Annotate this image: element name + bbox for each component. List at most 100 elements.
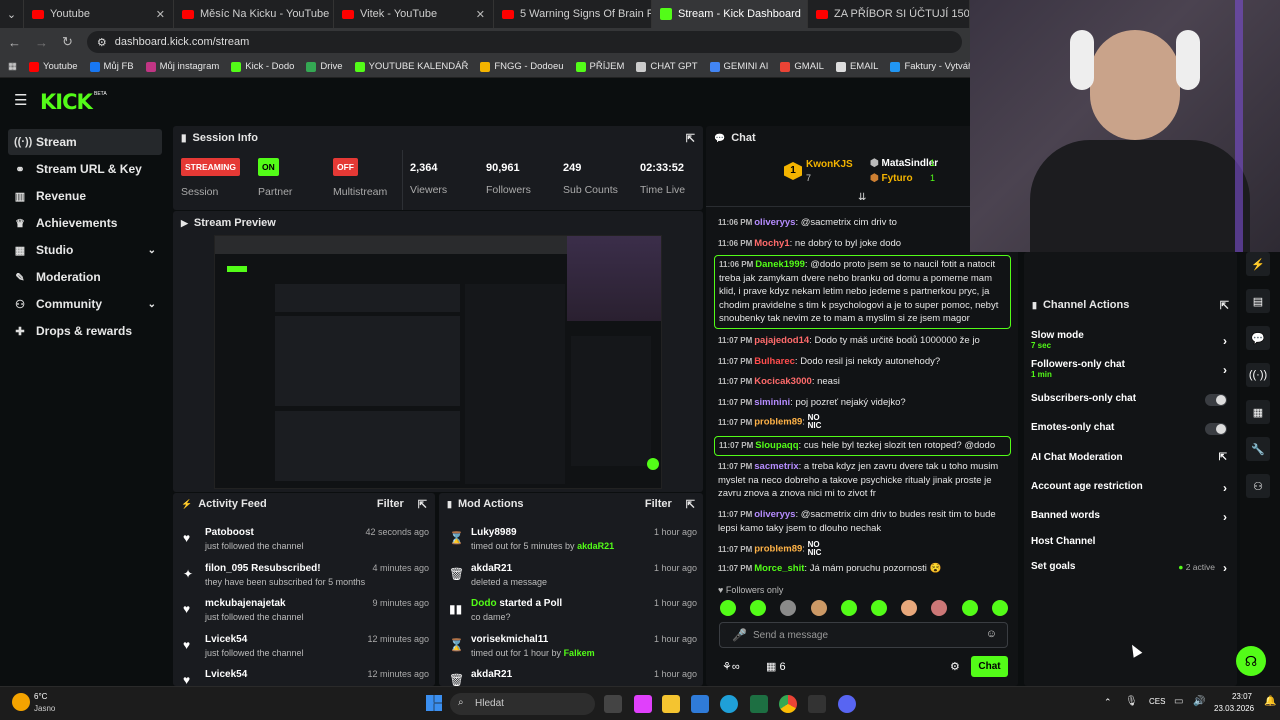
multistream-badge[interactable]: OFF (333, 158, 358, 176)
popout-icon[interactable]: ⇱ (686, 132, 695, 145)
chat-username[interactable]: Kocicak3000 (754, 376, 812, 387)
bookmark-item[interactable]: CHAT GPT (636, 61, 698, 72)
chat-message[interactable]: 11:07 PM problem89: NO NIC (718, 541, 1010, 557)
bookmark-item[interactable]: FNGG - Dodoeu (480, 61, 564, 72)
bookmark-item[interactable]: Youtube (28, 61, 78, 72)
edge-icon[interactable] (720, 695, 738, 713)
channel-action-item[interactable]: Followers-only chat 1 min › (1031, 359, 1227, 381)
chat-message[interactable]: 11:07 PM problem89: NO NIC (718, 414, 1010, 430)
channel-action-item[interactable]: Banned words › (1031, 510, 1227, 532)
chat-message[interactable]: 11:07 PM oliveryys: @sacmetrix cim driv t… (718, 508, 1010, 535)
browser-tab[interactable]: ZA PŘÍBOR SI ÚČTUJÍ 150Kč?!✕ (808, 0, 970, 28)
activity-item[interactable]: ♥ Lvicek54 just followed the channel 12 min… (173, 634, 433, 670)
chat-username[interactable]: Sloupaqq (755, 440, 798, 451)
windows-start-icon[interactable] (426, 695, 442, 711)
store-icon[interactable] (691, 695, 709, 713)
chat-bubble-icon[interactable]: 💬 (1246, 326, 1270, 350)
channel-action-item[interactable]: Emotes-only chat (1031, 422, 1227, 444)
excel-icon[interactable] (750, 695, 768, 713)
chat-settings-icon[interactable]: ⚙ (950, 660, 960, 673)
chat-username[interactable]: sacmetrix (754, 461, 798, 472)
microphone-icon[interactable]: 🎤 (732, 628, 747, 642)
chat-username[interactable]: Mochy1 (754, 238, 789, 249)
notification-icon[interactable]: 🔔 (1264, 696, 1276, 707)
chat-username[interactable]: Danek1999 (755, 259, 805, 270)
browser-tab[interactable]: Youtube ✕ (24, 0, 174, 28)
chat-message[interactable]: 11:07 PM siminini: poj pozreť nejaký vide… (718, 396, 1010, 410)
taskbar-search[interactable]: ⌕ Hledat (450, 693, 595, 715)
filter-button[interactable]: Filter (377, 498, 404, 510)
close-tab-icon[interactable]: ✕ (476, 8, 485, 21)
tab-search-button[interactable]: ⌄ (0, 0, 24, 28)
chat-username[interactable]: siminini (754, 397, 790, 408)
chevron-right-icon[interactable]: › (1223, 481, 1227, 495)
viewers-chip[interactable]: ▦ 6 (766, 660, 786, 673)
channel-action-item[interactable]: Host Channel (1031, 536, 1227, 558)
clock-time[interactable]: 23:07 (1230, 692, 1252, 701)
chat-message[interactable]: 11:06 PM oliveryys: @sacmetrix cim driv t… (718, 216, 1010, 230)
chat-input-box[interactable]: 🎤 Send a message ☺ (719, 622, 1008, 648)
browser-tab[interactable]: Vitek - YouTube ✕ (334, 0, 494, 28)
mod-action-item[interactable]: ⌛ Luky8989 timed out for 5 minutes by akda… (439, 527, 701, 563)
close-tab-icon[interactable]: ✕ (156, 8, 165, 21)
chat-username[interactable]: pajajedod14 (754, 335, 809, 346)
chat-username[interactable]: Morce_shit (754, 563, 804, 574)
wrench-icon[interactable]: 🔧 (1246, 437, 1270, 461)
sidebar-item-stream[interactable]: ((·)) Stream (8, 129, 162, 155)
bookmark-item[interactable]: Kick - Dodo (231, 61, 294, 72)
activity-item[interactable]: ♥ mckubajenajetak just followed the channe… (173, 598, 433, 634)
clock-date[interactable]: 23.03.2026 (1214, 704, 1254, 713)
emote-icon[interactable] (961, 600, 978, 616)
chevron-right-icon[interactable]: › (1223, 561, 1227, 575)
task-view-icon[interactable] (604, 695, 622, 713)
sidebar-item-community[interactable]: ⚇ Community ⌄ (8, 291, 162, 317)
network-icon[interactable]: ▭ (1174, 696, 1183, 707)
emoji-icon[interactable]: ☺ (986, 628, 997, 640)
url-field[interactable]: ⚙ dashboard.kick.com/stream (86, 31, 962, 53)
chevron-down-icon[interactable]: ⌄ (148, 299, 156, 310)
reload-icon[interactable]: ↻ (62, 34, 73, 50)
popout-icon[interactable]: ⇱ (1220, 299, 1229, 312)
channel-action-item[interactable]: Subscribers-only chat (1031, 393, 1227, 415)
sidebar-item-revenue[interactable]: ▥ Revenue (8, 183, 162, 209)
emote-icon[interactable] (720, 600, 736, 616)
chat-username[interactable]: problem89 (754, 544, 802, 555)
chat-send-button[interactable]: Chat (971, 656, 1008, 677)
lightning-icon[interactable]: ⚡ (1246, 252, 1270, 276)
volume-icon[interactable]: 🔊 (1193, 696, 1205, 707)
browser-tab[interactable]: Měsíc Na Kicku - YouTube✕ (174, 0, 334, 28)
chevron-right-icon[interactable]: › (1223, 363, 1227, 377)
archive-icon[interactable]: ▦ (1246, 400, 1270, 424)
chat-username[interactable]: oliveryys (754, 217, 795, 228)
bookmark-item[interactable]: YOUTUBE KALENDÁŘ (354, 61, 468, 72)
chat-message[interactable]: 11:07 PM Bulharec: Dodo resil jsi nekdy a… (718, 355, 1010, 369)
channel-action-item[interactable]: Set goals ● 2 active › (1031, 561, 1227, 583)
chat-username[interactable]: problem89 (754, 417, 802, 428)
browser-tab[interactable]: 5 Warning Signs Of Brain Fog, I✕ (494, 0, 652, 28)
popout-icon[interactable]: ⇱ (418, 498, 427, 511)
chevron-down-icon[interactable]: ⌄ (148, 245, 156, 256)
menu-icon[interactable]: ☰ (14, 93, 28, 108)
site-info-icon[interactable]: ⚙ (97, 36, 107, 49)
discord-icon[interactable] (838, 695, 856, 713)
community-icon[interactable]: ⚇ (1246, 474, 1270, 498)
filter-button[interactable]: Filter (645, 498, 672, 510)
channel-action-item[interactable]: Slow mode 7 sec › (1031, 330, 1227, 352)
emote-icon[interactable] (871, 600, 887, 616)
copilot-icon[interactable] (634, 695, 652, 713)
mod-action-item[interactable]: ⌛ vorisekmichal11 timed out for 1 hour by … (439, 634, 701, 670)
mod-action-item[interactable]: 🗑 akdaR21 deleted a message 1 hour ago (439, 563, 701, 599)
sidebar-item-drops-rewards[interactable]: ✚ Drops & rewards (8, 318, 162, 344)
popout-icon[interactable]: ⇱ (686, 498, 695, 511)
toggle-switch[interactable] (1205, 423, 1227, 435)
toggle-switch[interactable] (1205, 394, 1227, 406)
sidebar-item-moderation[interactable]: ✎ Moderation (8, 264, 162, 290)
emote-icon[interactable] (991, 600, 1008, 616)
mod-tools-icon[interactable]: ⚘∞ (722, 660, 740, 673)
chat-message[interactable]: 11:07 PM pajajedod14: Dodo ty máš určitě … (718, 334, 1010, 348)
chat-username[interactable]: oliveryys (754, 509, 795, 520)
bookmark-item[interactable]: EMAIL (835, 61, 878, 72)
external-link-icon[interactable]: ⇱ (1219, 452, 1227, 463)
language-indicator[interactable]: CES (1149, 697, 1165, 706)
chevron-right-icon[interactable]: › (1223, 510, 1227, 524)
